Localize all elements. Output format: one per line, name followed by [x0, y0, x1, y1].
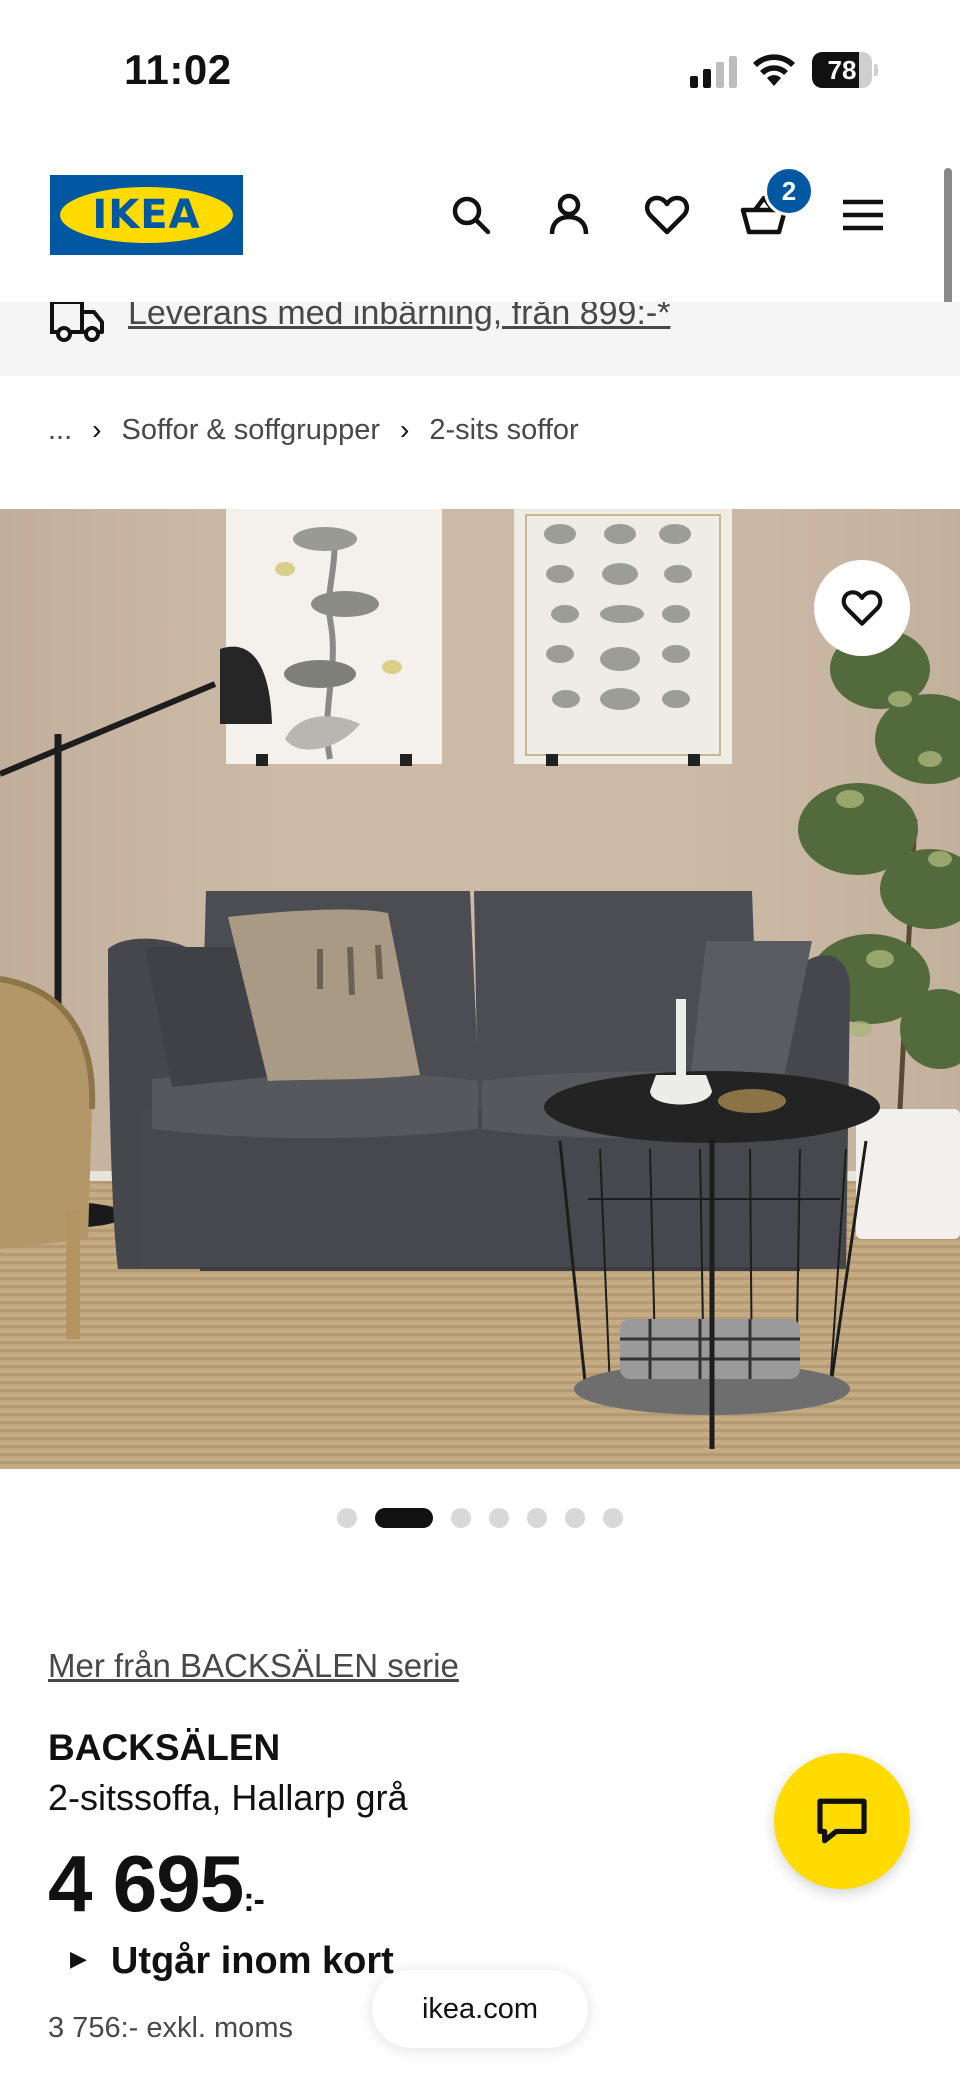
availability-text: Utgår inom kort	[110, 1940, 394, 1982]
ikea-logo[interactable]: IKEA	[50, 175, 243, 255]
product-page: 11:02 78 IKEA 2 Leverans med inbärning, …	[0, 0, 960, 2081]
account-icon[interactable]	[544, 190, 594, 240]
battery-level: 78	[827, 55, 857, 85]
breadcrumb-item-2-sits-soffor[interactable]: 2-sits soffor	[429, 414, 578, 447]
price-suffix: :-	[243, 1881, 265, 1919]
status-bar: 11:02 78	[0, 0, 960, 130]
breadcrumb: ... › Soffor & soffgrupper › 2-sits soff…	[48, 410, 579, 450]
delivery-link[interactable]: Leverans med inbärning, från 899:-*	[128, 302, 670, 333]
product-price: 4 695:-	[48, 1838, 265, 1946]
truck-icon	[50, 302, 104, 342]
carousel-dot[interactable]	[603, 1508, 623, 1528]
carousel-dot[interactable]	[451, 1508, 471, 1528]
carousel-dot[interactable]	[375, 1508, 433, 1528]
heart-icon	[841, 590, 883, 626]
chat-icon	[817, 1798, 867, 1844]
product-description: 2-sitssoffa, Hallarp grå	[48, 1777, 408, 1818]
add-to-favourites-button[interactable]	[814, 560, 910, 656]
search-icon[interactable]	[446, 190, 496, 240]
battery-indicator: 78	[812, 52, 878, 88]
heart-icon[interactable]	[642, 190, 692, 240]
chat-button[interactable]	[774, 1753, 910, 1889]
carousel-dot[interactable]	[337, 1508, 357, 1528]
product-name: BACKSÄLEN	[48, 1727, 281, 1768]
browser-url-bar[interactable]: ikea.com	[372, 1970, 588, 2048]
delivery-banner[interactable]: Leverans med inbärning, från 899:-*	[0, 302, 960, 376]
menu-icon[interactable]	[838, 190, 888, 240]
chevron-right-icon: ›	[399, 414, 410, 445]
site-header: IKEA 2	[0, 150, 960, 280]
breadcrumb-ellipsis[interactable]: ...	[48, 414, 72, 447]
caret-right-icon: ▶	[70, 1945, 87, 1971]
cart-count-badge: 2	[764, 166, 814, 216]
wifi-icon	[753, 54, 795, 86]
status-time: 11:02	[124, 46, 232, 93]
carousel-indicator[interactable]	[0, 1506, 960, 1530]
carousel-dot[interactable]	[489, 1508, 509, 1528]
breadcrumb-item-soffor[interactable]: Soffor & soffgrupper	[122, 414, 380, 447]
price-value: 4 695	[48, 1839, 244, 1928]
chevron-right-icon: ›	[92, 414, 102, 445]
sofa-room-illustration	[0, 509, 960, 1469]
product-image[interactable]	[0, 509, 960, 1469]
cellular-signal-icon	[690, 56, 737, 88]
price-excl-vat: 3 756:- exkl. moms	[48, 2012, 293, 2044]
carousel-dot[interactable]	[527, 1508, 547, 1528]
series-link[interactable]: Mer från BACKSÄLEN serie	[48, 1647, 459, 1685]
availability-toggle[interactable]: ▶ Utgår inom kort	[70, 1940, 394, 1983]
carousel-dot[interactable]	[565, 1508, 585, 1528]
